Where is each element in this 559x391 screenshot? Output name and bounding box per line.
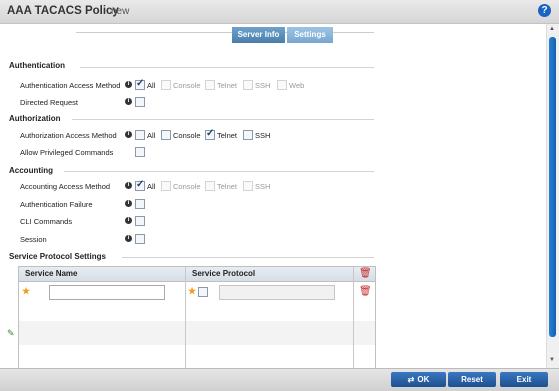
- authorization-ssh-checkbox[interactable]: [243, 130, 253, 140]
- divider: [72, 119, 374, 120]
- section-accounting: Accounting: [9, 166, 53, 175]
- column-divider: [353, 267, 354, 368]
- accounting-ssh-label: SSH: [255, 182, 271, 191]
- authorization-telnet-checkbox[interactable]: [205, 128, 215, 140]
- required-star-icon: ★: [22, 286, 31, 296]
- accounting-all-label: All: [147, 182, 156, 191]
- service-protocol-table: Service Name Service Protocol 🗑 ★ ★ 🗑 ✎: [7, 266, 376, 368]
- delete-all-icon[interactable]: 🗑: [359, 268, 372, 279]
- service-name-input[interactable]: [49, 285, 165, 300]
- authentication-ssh-label: SSH: [255, 81, 271, 90]
- accounting-console-label: Console: [173, 182, 201, 191]
- allow-privileged-commands-checkbox[interactable]: [135, 147, 145, 157]
- reset-button[interactable]: Reset: [448, 372, 496, 387]
- accounting-console-checkbox: [161, 181, 171, 191]
- table-header: Service Name Service Protocol 🗑: [19, 267, 375, 282]
- authentication-web-label: Web: [289, 81, 305, 90]
- session-checkbox[interactable]: [135, 234, 145, 244]
- divider: [80, 67, 374, 68]
- delete-row-icon[interactable]: 🗑: [359, 286, 372, 297]
- ok-icon: ⇄: [407, 375, 415, 384]
- divider: [122, 257, 374, 258]
- authentication-ssh-checkbox: [243, 80, 253, 90]
- cli-commands-label: CLI Commands: [20, 217, 73, 226]
- info-icon[interactable]: i: [125, 235, 132, 242]
- ok-button[interactable]: ⇄ OK: [391, 372, 446, 387]
- info-icon[interactable]: i: [125, 81, 132, 88]
- authorization-console-checkbox[interactable]: [161, 130, 171, 140]
- scroll-down-icon[interactable]: ▼: [549, 357, 555, 363]
- allow-privileged-commands-label: Allow Privileged Commands: [20, 148, 114, 157]
- authentication-console-label: Console: [173, 81, 201, 90]
- info-icon[interactable]: i: [125, 200, 132, 207]
- exit-button[interactable]: Exit: [500, 372, 548, 387]
- accounting-access-method-label: Accounting Access Method: [20, 182, 111, 191]
- authentication-console-checkbox: [161, 80, 171, 90]
- authorization-all-checkbox[interactable]: [135, 130, 145, 140]
- table-row: [19, 321, 375, 345]
- tab-server-info[interactable]: Server Info: [232, 27, 285, 43]
- ok-label: OK: [417, 375, 430, 384]
- cli-commands-checkbox[interactable]: [135, 216, 145, 226]
- info-icon[interactable]: i: [125, 98, 132, 105]
- exit-label: Exit: [516, 375, 532, 384]
- info-icon[interactable]: i: [125, 182, 132, 189]
- accounting-telnet-checkbox: [205, 181, 215, 191]
- reset-label: Reset: [461, 375, 483, 384]
- authentication-failure-checkbox[interactable]: [135, 199, 145, 209]
- authorization-all-label: All: [147, 131, 156, 140]
- directed-request-checkbox[interactable]: [135, 97, 145, 107]
- section-authentication: Authentication: [9, 61, 65, 70]
- scrollbar-thumb[interactable]: [549, 37, 556, 337]
- window-subtitle: new: [111, 6, 130, 17]
- authorization-access-method-label: Authorization Access Method: [20, 131, 117, 140]
- section-authorization: Authorization: [9, 114, 61, 123]
- info-icon[interactable]: i: [125, 131, 132, 138]
- authorization-ssh-label: SSH: [255, 131, 271, 140]
- column-divider: [185, 267, 186, 368]
- divider: [64, 171, 374, 172]
- authentication-all-label: All: [147, 81, 156, 90]
- edit-pencil-icon[interactable]: ✎: [7, 328, 15, 339]
- authentication-access-method-label: Authentication Access Method: [20, 81, 121, 90]
- window-title: AAA TACACS Policy: [7, 5, 119, 17]
- section-service-protocol-settings: Service Protocol Settings: [9, 252, 106, 261]
- authorization-console-label: Console: [173, 131, 201, 140]
- accounting-telnet-label: Telnet: [217, 182, 238, 191]
- authentication-telnet-checkbox: [205, 80, 215, 90]
- column-header-service-protocol[interactable]: Service Protocol: [192, 269, 255, 278]
- service-protocol-input: [219, 285, 335, 300]
- accounting-ssh-checkbox: [243, 181, 253, 191]
- settings-panel: Server Info Settings Authentication Auth…: [0, 24, 545, 368]
- service-protocol-checkbox[interactable]: [198, 287, 208, 297]
- help-icon[interactable]: ?: [538, 4, 551, 17]
- session-label: Session: [20, 235, 47, 244]
- authentication-all-checkbox[interactable]: [135, 78, 145, 90]
- authentication-failure-label: Authentication Failure: [20, 200, 93, 209]
- required-star-icon: ★: [188, 286, 197, 296]
- authentication-telnet-label: Telnet: [217, 81, 238, 90]
- authentication-web-checkbox: [277, 80, 287, 90]
- vertical-scrollbar[interactable]: ▲ ▼: [546, 24, 559, 368]
- column-header-service-name[interactable]: Service Name: [25, 269, 77, 278]
- directed-request-label: Directed Request: [20, 98, 78, 107]
- accounting-all-checkbox[interactable]: [135, 179, 145, 191]
- tab-settings[interactable]: Settings: [287, 27, 333, 43]
- footer-bar: ⇄ OK Reset Exit: [0, 368, 559, 391]
- scroll-up-icon[interactable]: ▲: [549, 26, 555, 32]
- authorization-telnet-label: Telnet: [217, 131, 238, 140]
- info-icon[interactable]: i: [125, 217, 132, 224]
- title-bar: AAA TACACS Policy new ?: [0, 0, 559, 24]
